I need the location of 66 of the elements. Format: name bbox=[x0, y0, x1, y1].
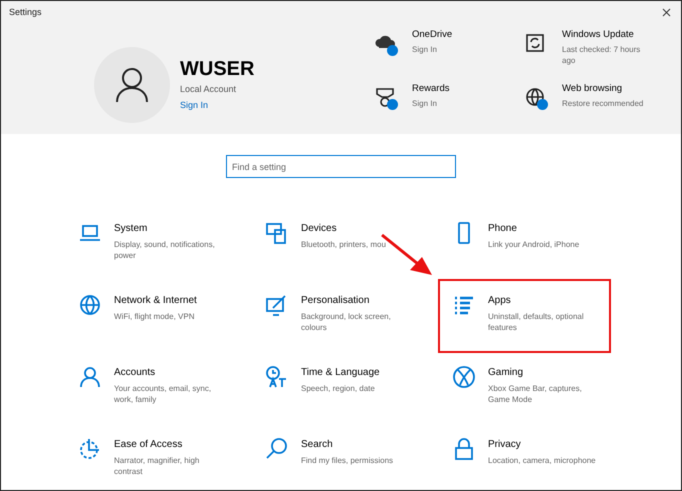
sign-in-link[interactable]: Sign In bbox=[180, 98, 254, 112]
person-icon bbox=[78, 365, 102, 389]
quick-link[interactable]: OneDrive Sign In bbox=[374, 28, 524, 74]
person-icon bbox=[115, 66, 149, 102]
setting-tile[interactable]: Devices Bluetooth, printers, mou bbox=[265, 221, 425, 267]
quick-link-subtitle: Sign In bbox=[412, 98, 438, 110]
setting-description: Bluetooth, printers, mou bbox=[301, 239, 387, 250]
account-type: Local Account bbox=[180, 83, 238, 96]
quick-link-subtitle: Sign In bbox=[412, 44, 438, 55]
setting-tile[interactable]: Gaming Xbox Game Bar, captures, Game Mode bbox=[452, 365, 612, 411]
setting-title: Devices bbox=[301, 222, 338, 236]
setting-description: Find my files, permissions bbox=[301, 455, 394, 466]
setting-title: Personalisation bbox=[301, 294, 370, 308]
setting-tile[interactable]: Ease of Access Narrator, magnifier, high contrast bbox=[78, 437, 238, 483]
refresh-icon bbox=[524, 32, 546, 54]
setting-title: Accounts bbox=[114, 366, 156, 380]
search-field[interactable]: Find a setting bbox=[226, 155, 456, 178]
setting-tile[interactable]: Time & Language Speech, region, date bbox=[265, 365, 425, 411]
user-name: WUSER bbox=[180, 57, 254, 81]
quick-link-title[interactable]: Windows Update bbox=[562, 28, 646, 42]
quick-link[interactable]: Web browsing Restore recommended bbox=[524, 82, 674, 122]
setting-tile[interactable]: Privacy Location, camera, microphone bbox=[452, 437, 612, 483]
quick-link[interactable]: Rewards Sign In bbox=[374, 82, 524, 122]
xbox-icon bbox=[452, 365, 476, 389]
quick-link-subtitle: Restore recommended bbox=[562, 98, 644, 110]
setting-title: Privacy bbox=[488, 438, 522, 452]
padlock-icon bbox=[452, 437, 476, 461]
quick-link-subtitle: Last checked: 7 hours ago bbox=[562, 44, 642, 66]
setting-tile[interactable]: Phone Link your Android, iPhone bbox=[452, 221, 612, 267]
window-title: Settings bbox=[9, 6, 42, 19]
setting-description: Speech, region, date bbox=[301, 383, 376, 394]
setting-tile[interactable]: Personalisation Background, lock screen, colours bbox=[265, 293, 425, 339]
setting-description: Link your Android, iPhone bbox=[488, 239, 580, 250]
globe-icon bbox=[78, 293, 102, 317]
quick-link-title[interactable]: Rewards bbox=[412, 82, 496, 96]
close-icon[interactable] bbox=[662, 8, 671, 18]
quick-link-title[interactable]: Web browsing bbox=[562, 82, 646, 96]
highlighted-setting-tile[interactable]: Apps Uninstall, defaults, optional features bbox=[452, 293, 597, 339]
keyboard-icon bbox=[265, 221, 289, 245]
setting-title: Ease of Access bbox=[114, 438, 184, 452]
clock-letter-icon bbox=[265, 365, 289, 389]
globe-icon bbox=[524, 86, 546, 108]
medal-icon bbox=[374, 86, 396, 108]
setting-tile[interactable]: Search Find my files, permissions bbox=[265, 437, 425, 483]
setting-title: Search bbox=[301, 438, 334, 452]
setting-tile[interactable]: Network & Internet WiFi, flight mode, VPN bbox=[78, 293, 238, 339]
search-icon bbox=[265, 437, 289, 461]
setting-title: Network & Internet bbox=[114, 294, 198, 308]
setting-description: Xbox Game Bar, captures, Game Mode bbox=[488, 383, 583, 405]
setting-title: Gaming bbox=[488, 366, 524, 380]
setting-tile[interactable]: System Display, sound, notifications, power bbox=[78, 221, 238, 267]
setting-description: WiFi, flight mode, VPN bbox=[114, 311, 196, 322]
setting-title: Apps bbox=[488, 294, 512, 308]
quick-link[interactable]: Windows Update Last checked: 7 hours ago bbox=[524, 28, 674, 74]
setting-description: Narrator, magnifier, high contrast bbox=[114, 455, 200, 477]
setting-description: Uninstall, defaults, optional features bbox=[488, 311, 585, 333]
setting-title: Time & Language bbox=[301, 366, 381, 380]
setting-description: Display, sound, notifications, power bbox=[114, 239, 216, 261]
quick-link-title[interactable]: OneDrive bbox=[412, 28, 496, 42]
setting-description: Location, camera, microphone bbox=[488, 455, 596, 466]
dashed-circle-icon bbox=[78, 437, 102, 461]
setting-title: Phone bbox=[488, 222, 518, 236]
setting-description: Background, lock screen, colours bbox=[301, 311, 392, 333]
setting-title: System bbox=[114, 222, 148, 236]
setting-tile[interactable]: Accounts Your accounts, email, sync, work, family bbox=[78, 365, 238, 411]
setting-description: Your accounts, email, sync, work, family bbox=[114, 383, 212, 405]
